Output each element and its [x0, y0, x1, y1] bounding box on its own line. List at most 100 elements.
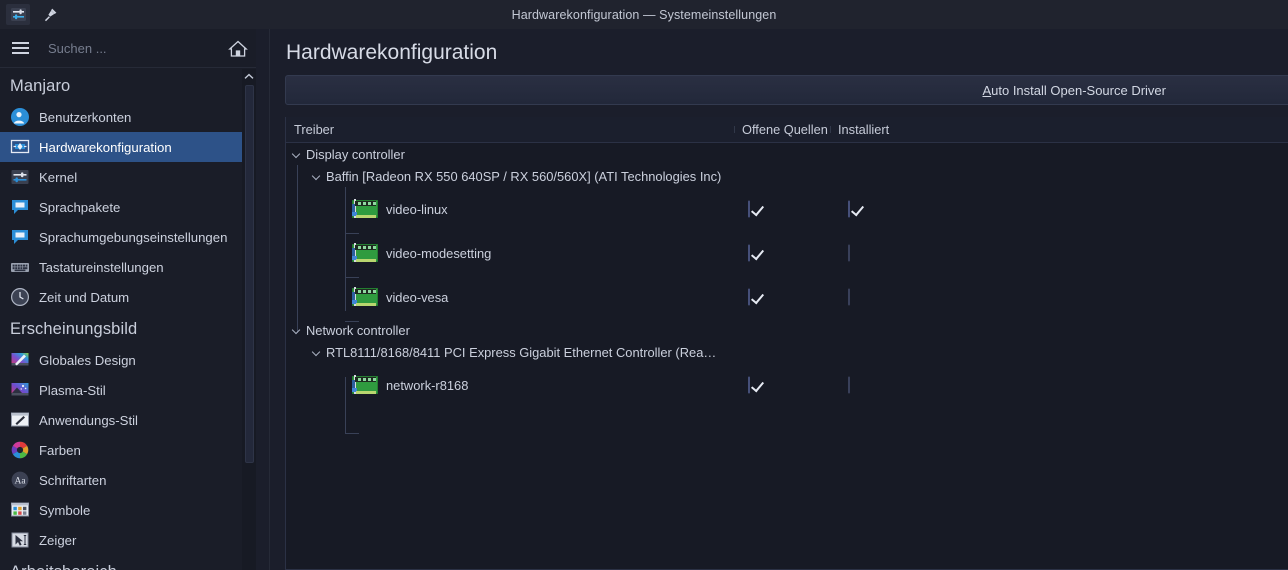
- sidebar-item-label: Plasma-Stil: [39, 382, 106, 398]
- table-body: Display controller Baffin [Radeon RX 550…: [286, 143, 1288, 434]
- sidebar-item-label: Sprachpakete: [39, 199, 121, 215]
- sidebar: Manjaro Benutzerkonten Hardwar: [0, 29, 256, 570]
- global-theme-icon: [10, 350, 30, 370]
- table-row-category[interactable]: Display controller: [286, 143, 1288, 165]
- svg-text:Aa: Aa: [14, 477, 26, 487]
- column-header-offene-quellen[interactable]: Offene Quellen: [734, 122, 830, 137]
- column-header-installiert[interactable]: Installiert: [830, 122, 1250, 137]
- home-icon[interactable]: [220, 29, 256, 68]
- driver-table: Treiber Offene Quellen Installiert Displ…: [285, 117, 1288, 570]
- sidebar-item-farben[interactable]: Farben: [0, 435, 256, 465]
- tree-guide-line: [345, 433, 359, 434]
- device-label: RTL8111/8168/8411 PCI Express Gigabit Et…: [326, 344, 717, 360]
- driver-name: network-r8168: [386, 377, 469, 393]
- table-row-driver[interactable]: video-modesetting: [286, 231, 1288, 275]
- sidebar-group-heading: Manjaro: [10, 77, 71, 95]
- sidebar-group-heading: Arbeitsbereich: [0, 555, 256, 570]
- sidebar-toolbar: [0, 29, 256, 68]
- sliders-icon: [10, 167, 30, 187]
- auto-install-open-source-driver-button[interactable]: Auto Install Open-Source Driver: [982, 83, 1288, 98]
- sidebar-item-sprachumgebungseinstellungen[interactable]: Sprachumgebungseinstellungen: [0, 222, 256, 252]
- page-title: Hardwarekonfiguration: [286, 41, 498, 64]
- open-source-checkbox[interactable]: [748, 288, 750, 306]
- hamburger-menu-icon[interactable]: [0, 29, 40, 68]
- sidebar-item-kernel[interactable]: Kernel: [0, 162, 256, 192]
- table-row-device[interactable]: Baffin [Radeon RX 550 640SP / RX 560/560…: [286, 165, 1288, 187]
- installed-checkbox[interactable]: [848, 288, 850, 306]
- column-header-treiber[interactable]: Treiber: [286, 122, 734, 137]
- sidebar-item-symbole[interactable]: Symbole: [0, 495, 256, 525]
- keyboard-icon: [10, 257, 30, 277]
- installed-checkbox[interactable]: [848, 200, 850, 218]
- sidebar-item-label: Farben: [39, 442, 81, 458]
- search-field-wrapper[interactable]: [44, 34, 216, 62]
- sidebar-item-benutzerkonten[interactable]: Benutzerkonten: [0, 102, 256, 132]
- sidebar-item-schriftarten[interactable]: Aa Schriftarten: [0, 465, 256, 495]
- pci-card-icon: [352, 199, 378, 218]
- chevron-down-icon[interactable]: [312, 347, 322, 357]
- sidebar-scrollbar[interactable]: [242, 69, 256, 570]
- table-row-device[interactable]: RTL8111/8168/8411 PCI Express Gigabit Et…: [286, 341, 1288, 363]
- device-label: Baffin [Radeon RX 550 640SP / RX 560/560…: [326, 168, 722, 184]
- color-wheel-icon: [10, 440, 30, 460]
- open-source-checkbox[interactable]: [748, 244, 750, 262]
- sidebar-item-plasma-stil[interactable]: Plasma-Stil: [0, 375, 256, 405]
- scrollbar-thumb[interactable]: [245, 85, 254, 463]
- hardware-card-icon: [10, 137, 30, 157]
- sidebar-item-sprachpakete[interactable]: Sprachpakete: [0, 192, 256, 222]
- sidebar-group-heading: Erscheinungsbild: [10, 320, 138, 338]
- sidebar-item-label: Zeiger: [39, 532, 77, 548]
- settings-sliders-icon[interactable]: [6, 4, 30, 25]
- table-row-category[interactable]: Network controller: [286, 319, 1288, 341]
- sidebar-scroll-area[interactable]: Manjaro Benutzerkonten Hardwarekonfigura…: [0, 69, 256, 570]
- speech-bubble-icon: [10, 227, 30, 247]
- driver-name: video-modesetting: [386, 245, 492, 261]
- table-row-driver[interactable]: video-linux: [286, 187, 1288, 231]
- cursor-icon: [10, 530, 30, 550]
- table-row-driver[interactable]: network-r8168: [286, 363, 1288, 407]
- sidebar-item-zeit-und-datum[interactable]: Zeit und Datum: [0, 282, 256, 312]
- installed-checkbox[interactable]: [848, 244, 850, 262]
- sidebar-item-globales-design[interactable]: Globales Design: [0, 345, 256, 375]
- category-label: Network controller: [306, 322, 410, 338]
- sidebar-item-label: Zeit und Datum: [39, 289, 130, 305]
- search-input[interactable]: [44, 34, 216, 62]
- app-style-icon: [10, 410, 30, 430]
- clock-icon: [10, 287, 30, 307]
- pin-icon[interactable]: [38, 4, 62, 25]
- window-titlebar: Hardwarekonfiguration — Systemeinstellun…: [0, 0, 1288, 29]
- sidebar-item-label: Hardwarekonfiguration: [39, 139, 172, 155]
- sidebar-item-tastatureinstellungen[interactable]: Tastatureinstellungen: [0, 252, 256, 282]
- table-header-row: Treiber Offene Quellen Installiert: [286, 117, 1288, 143]
- sidebar-item-hardwarekonfiguration[interactable]: Hardwarekonfiguration: [0, 132, 256, 162]
- auto-install-accel-letter: A: [982, 82, 992, 98]
- action-toolbar: Auto Install Open-Source Driver: [285, 75, 1288, 105]
- sidebar-item-label: Anwendungs-Stil: [39, 412, 138, 428]
- open-source-checkbox[interactable]: [748, 376, 750, 394]
- driver-name: video-linux: [386, 201, 448, 217]
- table-row-driver[interactable]: video-vesa: [286, 275, 1288, 319]
- fonts-aa-icon: Aa: [10, 470, 30, 490]
- open-source-checkbox[interactable]: [748, 200, 750, 218]
- user-account-icon: [10, 107, 30, 127]
- sidebar-item-zeiger[interactable]: Zeiger: [0, 525, 256, 555]
- sidebar-item-label: Benutzerkonten: [39, 109, 132, 125]
- sidebar-item-label: Sprachumgebungseinstellungen: [39, 229, 228, 245]
- pci-card-icon: [352, 243, 378, 262]
- sidebar-item-label: Schriftarten: [39, 472, 107, 488]
- driver-name: video-vesa: [386, 289, 449, 305]
- sidebar-item-label: Globales Design: [39, 352, 136, 368]
- chevron-down-icon[interactable]: [292, 149, 302, 159]
- category-label: Display controller: [306, 146, 405, 162]
- chevron-down-icon[interactable]: [292, 325, 302, 335]
- plasma-style-icon: [10, 380, 30, 400]
- sidebar-item-label: Kernel: [39, 169, 78, 185]
- scroll-up-arrow-icon[interactable]: [242, 69, 256, 83]
- installed-checkbox[interactable]: [848, 376, 850, 394]
- sidebar-item-anwendungs-stil[interactable]: Anwendungs-Stil: [0, 405, 256, 435]
- window-title: Hardwarekonfiguration — Systemeinstellun…: [511, 7, 777, 22]
- pci-card-icon: [352, 375, 378, 394]
- icons-grid-icon: [10, 500, 30, 520]
- chevron-down-icon[interactable]: [312, 171, 322, 181]
- auto-install-label-rest: uto Install Open-Source Driver: [991, 82, 1166, 98]
